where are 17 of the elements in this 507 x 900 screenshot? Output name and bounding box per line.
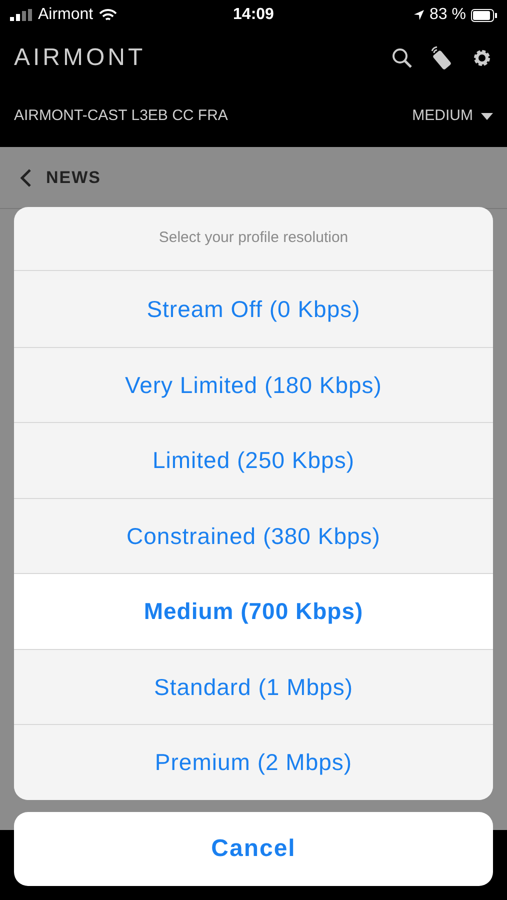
back-chevron-icon[interactable] <box>20 168 32 188</box>
cancel-button[interactable]: Cancel <box>14 812 493 886</box>
battery-icon <box>470 8 497 22</box>
device-name: AIRMONT-CAST L3EB CC FRA <box>14 106 228 126</box>
carrier-name: Airmont <box>38 5 94 25</box>
resolution-option[interactable]: Premium (2 Mbps) <box>14 724 493 800</box>
location-arrow-icon <box>412 9 425 21</box>
section-title: NEWS <box>46 166 101 189</box>
signal-icon <box>10 9 32 21</box>
brand-logo: AIRMONT <box>14 42 146 72</box>
search-icon[interactable] <box>391 46 413 68</box>
wifi-icon <box>99 8 118 22</box>
clock-time: 14:09 <box>233 5 274 25</box>
profile-dropdown[interactable]: MEDIUM <box>412 104 493 128</box>
resolution-option[interactable]: Medium (700 Kbps) <box>14 573 493 648</box>
caret-icon <box>481 112 493 120</box>
battery-percent: 83 % <box>430 5 466 25</box>
